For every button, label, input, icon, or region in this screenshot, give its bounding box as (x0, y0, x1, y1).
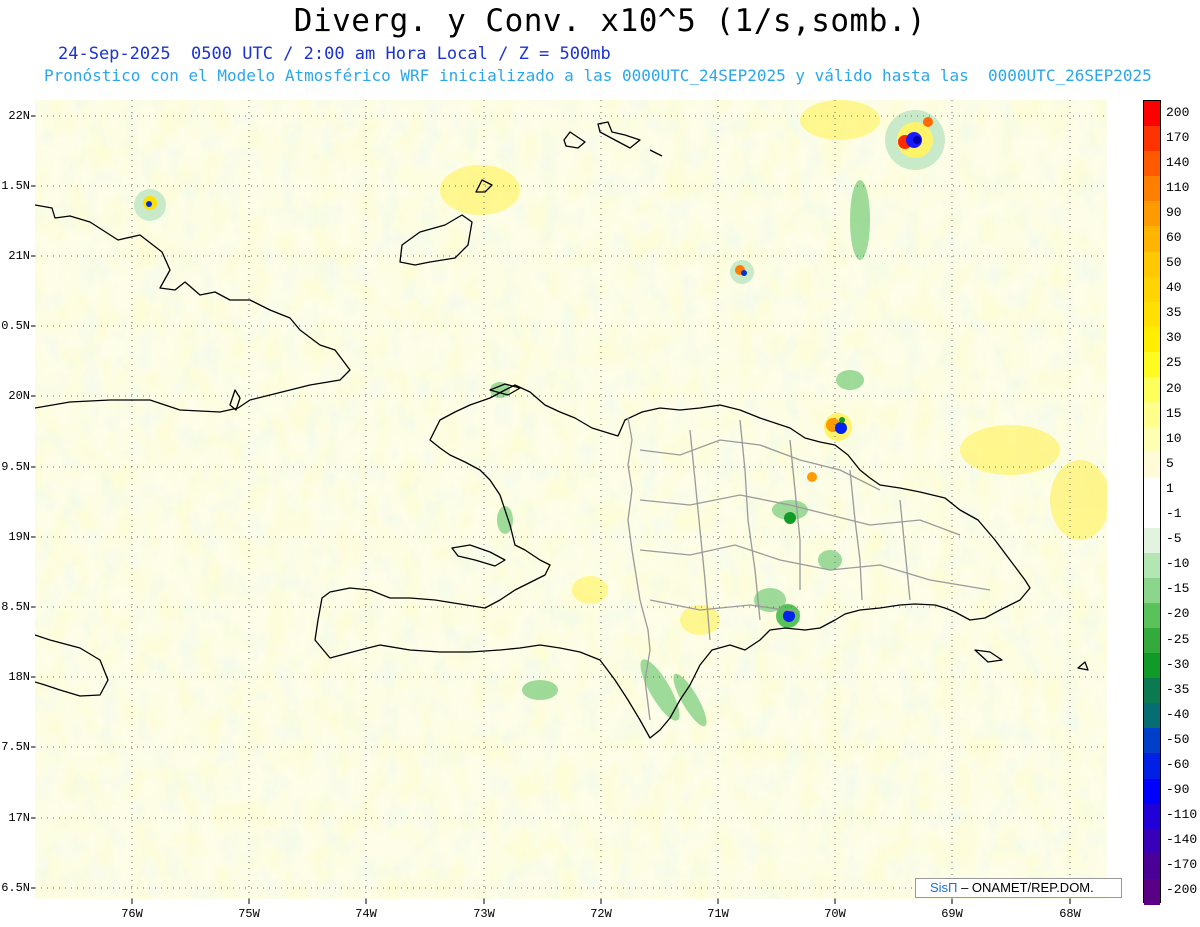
lon-label: 75W (238, 907, 260, 921)
lat-label: 21N (8, 249, 30, 263)
colorbar-segment (1144, 301, 1160, 328)
colorbar-segment (1144, 678, 1160, 704)
lon-label: 69W (941, 907, 963, 921)
colorbar-label: -140 (1166, 832, 1198, 848)
lon-label: 70W (824, 907, 846, 921)
colorbar-segment (1144, 251, 1160, 278)
lon-label: 73W (473, 907, 495, 921)
colorbar-label: -60 (1166, 756, 1190, 772)
colorbar-segment (1144, 627, 1160, 654)
map-svg (31, 100, 1107, 904)
storm-cell-north (730, 260, 754, 284)
colorbar-label: 200 (1166, 104, 1190, 120)
storm-cell-nw (134, 189, 166, 221)
lat-label: 7.5N (1, 740, 30, 754)
divergence-field (35, 100, 1107, 899)
colorbar-segment (1144, 577, 1160, 604)
lon-ticks (131, 899, 1071, 904)
colorbar-segment (1144, 527, 1160, 554)
colorbar-label: -200 (1166, 882, 1198, 898)
colorbar-segment (1144, 351, 1160, 378)
colorbar-label: -110 (1166, 807, 1198, 823)
lat-label: 18N (8, 670, 30, 684)
colorbar-segment (1144, 402, 1160, 428)
colorbar-segment (1144, 101, 1160, 127)
colorbar-label: 15 (1166, 405, 1182, 421)
colorbar-segment (1144, 276, 1160, 303)
storm-cell-samana (824, 413, 852, 441)
colorbar-segment (1144, 853, 1160, 880)
lon-label: 71W (707, 907, 729, 921)
colorbar-label: -5 (1166, 531, 1182, 547)
colorbar-label: -90 (1166, 782, 1190, 798)
colorbar-label: 1 (1166, 480, 1174, 496)
colorbar-label: 110 (1166, 179, 1190, 195)
colorbar-label: 50 (1166, 255, 1182, 271)
colorbar-segment (1144, 728, 1160, 754)
colorbar-segment (1144, 377, 1160, 403)
colorbar-segment (1144, 201, 1160, 227)
lat-label: 9.5N (1, 460, 30, 474)
colorbar-segment (1144, 753, 1160, 780)
colorbar-label: -1 (1166, 506, 1182, 522)
colorbar-label: 90 (1166, 204, 1182, 220)
colorbar-segment (1144, 653, 1160, 679)
lon-label: 76W (121, 907, 143, 921)
colorbar-label: -10 (1166, 556, 1190, 572)
lat-label: 8.5N (1, 600, 30, 614)
storm-cell-ne (885, 110, 945, 170)
credit-box: SisΠ – ONAMET/REP.DOM. (915, 878, 1122, 898)
lon-label: 72W (590, 907, 612, 921)
colorbar-label: 10 (1166, 430, 1182, 446)
lat-label: 1.5N (1, 179, 30, 193)
colorbar (1143, 100, 1161, 905)
colorbar-segment (1144, 226, 1160, 253)
colorbar-segment (1144, 176, 1160, 202)
colorbar-label: 20 (1166, 380, 1182, 396)
colorbar-segment (1144, 502, 1160, 529)
lat-ticks (31, 115, 35, 889)
colorbar-label: -20 (1166, 606, 1190, 622)
lat-label: 17N (8, 811, 30, 825)
colorbar-segment (1144, 326, 1160, 353)
lat-label: 22N (8, 109, 30, 123)
colorbar-segment (1144, 452, 1160, 478)
lat-label: 6.5N (1, 881, 30, 895)
colorbar-label: -15 (1166, 581, 1190, 597)
colorbar-label: 60 (1166, 230, 1182, 246)
colorbar-label: -35 (1166, 681, 1190, 697)
colorbar-segment (1144, 778, 1160, 805)
colorbar-segment (1144, 151, 1160, 177)
lat-label: 20N (8, 389, 30, 403)
colorbar-label: -50 (1166, 731, 1190, 747)
colorbar-segment (1144, 126, 1160, 152)
colorbar-label: 5 (1166, 455, 1174, 471)
colorbar-segment (1144, 427, 1160, 453)
colorbar-label: 25 (1166, 355, 1182, 371)
sispi-logo: SisΠ (930, 880, 958, 895)
colorbar-label: 40 (1166, 280, 1182, 296)
lon-label: 74W (355, 907, 377, 921)
colorbar-label: 30 (1166, 330, 1182, 346)
colorbar-segment (1144, 552, 1160, 579)
colorbar-segment (1144, 703, 1160, 729)
colorbar-segment (1144, 602, 1160, 629)
colorbar-label: 170 (1166, 129, 1190, 145)
colorbar-segment (1144, 477, 1160, 503)
lon-label: 68W (1059, 907, 1081, 921)
credit-org: – ONAMET/REP.DOM. (961, 880, 1094, 895)
storm-cell-santodomingo (776, 604, 800, 628)
colorbar-label: 35 (1166, 305, 1182, 321)
colorbar-segment (1144, 878, 1160, 905)
lat-label: 0.5N (1, 319, 30, 333)
colorbar-label: -30 (1166, 656, 1190, 672)
colorbar-segment (1144, 803, 1160, 830)
colorbar-label: 140 (1166, 154, 1190, 170)
lat-label: 19N (8, 530, 30, 544)
colorbar-segment (1144, 828, 1160, 855)
colorbar-label: -40 (1166, 706, 1190, 722)
colorbar-label: -170 (1166, 857, 1198, 873)
colorbar-label: -25 (1166, 631, 1190, 647)
